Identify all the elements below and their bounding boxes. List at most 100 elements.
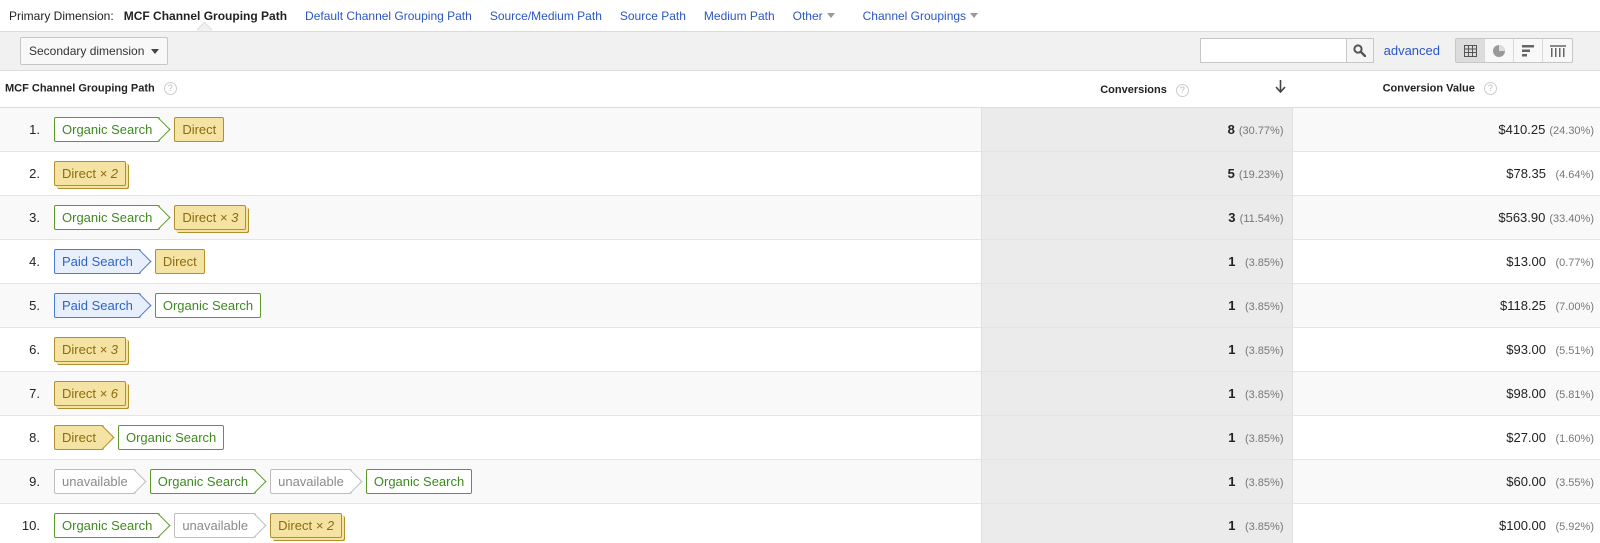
conversions-value: 1 bbox=[1228, 341, 1236, 357]
conversion-value-percent: (5.81%) bbox=[1555, 388, 1594, 401]
channel-path: 2. Direct × 2 bbox=[0, 160, 981, 186]
path-step-organic: Organic Search bbox=[54, 116, 171, 142]
comparison-view-button[interactable] bbox=[1543, 39, 1572, 62]
table-row[interactable]: 4. Paid Search Direct 1 (3.85%) $13.00 (0.77%) bbox=[0, 239, 1600, 284]
path-step-label: Organic Search bbox=[62, 209, 153, 225]
advanced-filter-link[interactable]: advanced bbox=[1384, 43, 1440, 58]
path-cell: 5. Paid Search Organic Search bbox=[0, 283, 981, 328]
conversion-value-percent: (24.30%) bbox=[1549, 124, 1594, 137]
column-header-conversions-label: Conversions bbox=[1100, 84, 1167, 97]
path-step-paid: Paid Search bbox=[54, 292, 152, 318]
sort-descending-icon[interactable] bbox=[1275, 80, 1286, 94]
channel-path: 1. Organic Search Direct bbox=[0, 116, 981, 142]
conversions-percent: (3.85%) bbox=[1244, 388, 1284, 401]
primary-dimension-bar: Primary Dimension: MCF Channel Grouping … bbox=[0, 0, 1600, 31]
conversion-value-cell: $98.00 (5.81%) bbox=[1292, 371, 1600, 416]
conversion-value-percent: (5.51%) bbox=[1555, 344, 1594, 357]
column-header-path[interactable]: MCF Channel Grouping Path ? bbox=[0, 71, 981, 108]
secondary-dimension-dropdown[interactable]: Secondary dimension bbox=[20, 37, 168, 65]
help-icon[interactable]: ? bbox=[1483, 82, 1497, 96]
table-row[interactable]: 5. Paid Search Organic Search 1 (3.85%) $118.… bbox=[0, 283, 1600, 328]
bar-view-button[interactable] bbox=[1514, 39, 1543, 62]
bar-view-icon bbox=[1521, 44, 1534, 56]
channel-groupings-dropdown[interactable]: Channel Groupings bbox=[863, 9, 979, 23]
row-index: 10. bbox=[21, 517, 40, 533]
conversions-percent: (3.85%) bbox=[1244, 520, 1284, 533]
path-step-unavailable: unavailable bbox=[174, 512, 267, 538]
conversion-value-percent: (4.64%) bbox=[1555, 168, 1594, 181]
conversion-value-cell: $410.25 (24.30%) bbox=[1292, 107, 1600, 152]
conversions-value: 1 bbox=[1228, 253, 1236, 269]
dimension-option-mcf-channel-grouping-path[interactable]: MCF Channel Grouping Path bbox=[124, 9, 287, 23]
path-step-label: Direct bbox=[62, 385, 96, 401]
path-step-label: Direct bbox=[62, 341, 96, 357]
conversions-percent: (3.85%) bbox=[1244, 300, 1284, 313]
path-step-label: Paid Search bbox=[62, 253, 133, 269]
conversion-value: $118.25 bbox=[1499, 297, 1546, 313]
conversions-cell: 8 (30.77%) bbox=[980, 107, 1293, 152]
table-row[interactable]: 6. Direct × 3 1 (3.85%) $93.00 (5.51%) bbox=[0, 327, 1600, 372]
path-step-direct: Direct bbox=[174, 116, 225, 142]
conversion-value-cell: $100.00 (5.92%) bbox=[1292, 503, 1600, 543]
conversion-value-cell: $27.00 (1.60%) bbox=[1292, 415, 1600, 460]
path-cell: 2. Direct × 2 bbox=[0, 151, 981, 196]
conversion-value: $27.00 bbox=[1506, 429, 1546, 445]
dimension-option-source-medium-path[interactable]: Source/Medium Path bbox=[490, 9, 602, 23]
secondary-dimension-label: Secondary dimension bbox=[29, 44, 145, 58]
conversion-value: $60.00 bbox=[1506, 473, 1546, 489]
table-row[interactable]: 10. Organic Search unavailable Direct × 2 1 (… bbox=[0, 503, 1600, 543]
table-row[interactable]: 3. Organic Search Direct × 3 3 (11.54%) $563.… bbox=[0, 195, 1600, 240]
other-dropdown[interactable]: Other bbox=[793, 9, 835, 23]
conversions-cell: 1 (3.85%) bbox=[980, 327, 1293, 372]
table-row[interactable]: 7. Direct × 6 1 (3.85%) $98.00 (5.81%) bbox=[0, 371, 1600, 416]
table-row[interactable]: 8. Direct Organic Search 1 (3.85%) $27.00 (1.6… bbox=[0, 415, 1600, 460]
conversion-value: $13.00 bbox=[1506, 253, 1546, 269]
conversions-percent: (19.23%) bbox=[1238, 168, 1284, 181]
conversions-cell: 5 (19.23%) bbox=[980, 151, 1293, 196]
conversion-value: $93.00 bbox=[1506, 341, 1546, 357]
conversion-value-cell: $60.00 (3.55%) bbox=[1292, 459, 1600, 504]
conversion-value-percent: (33.40%) bbox=[1549, 212, 1594, 225]
path-step-organic: Organic Search bbox=[54, 204, 171, 230]
table-row[interactable]: 2. Direct × 2 5 (19.23%) $78.35 (4.64%) bbox=[0, 151, 1600, 196]
conversions-percent: (11.54%) bbox=[1239, 212, 1284, 225]
help-icon[interactable]: ? bbox=[163, 82, 177, 96]
path-cell: 3. Organic Search Direct × 3 bbox=[0, 195, 981, 240]
conversion-value-percent: (5.92%) bbox=[1555, 520, 1594, 533]
sort-descending-wrap bbox=[1192, 80, 1292, 96]
conversions-value: 3 bbox=[1228, 209, 1236, 225]
search-input[interactable] bbox=[1199, 38, 1347, 63]
path-step-multiplier: × 2 bbox=[99, 165, 119, 181]
table-row[interactable]: 9. unavailable Organic Search unavailable Or… bbox=[0, 459, 1600, 504]
path-step-label: Organic Search bbox=[162, 297, 254, 313]
help-icon[interactable]: ? bbox=[1175, 84, 1189, 98]
row-index: 9. bbox=[29, 473, 40, 489]
column-header-conversion-value[interactable]: Conversion Value ? bbox=[1292, 71, 1600, 108]
dimension-option-source-path[interactable]: Source Path bbox=[620, 9, 686, 23]
comparison-view-icon bbox=[1549, 44, 1566, 57]
path-cell: 4. Paid Search Direct bbox=[0, 239, 981, 284]
conversions-percent: (3.85%) bbox=[1244, 344, 1284, 357]
column-header-conversions[interactable]: Conversions ? bbox=[981, 71, 1292, 108]
chevron-down-icon bbox=[151, 48, 159, 54]
path-step-label: Organic Search bbox=[62, 517, 153, 533]
conversion-value: $98.00 bbox=[1506, 385, 1546, 401]
chevron-down-icon bbox=[826, 13, 835, 18]
conversion-value-cell: $563.90 (33.40%) bbox=[1292, 195, 1600, 240]
conversions-value: 1 bbox=[1228, 429, 1236, 445]
conversion-value: $100.00 bbox=[1499, 517, 1546, 533]
path-step-label: unavailable bbox=[182, 517, 249, 533]
channel-path: 6. Direct × 3 bbox=[0, 336, 981, 362]
path-step-direct: Direct × 2 bbox=[270, 512, 343, 538]
pie-view-button[interactable] bbox=[1485, 39, 1514, 62]
view-switcher bbox=[1455, 38, 1573, 63]
table-view-button[interactable] bbox=[1456, 39, 1485, 62]
path-step-label: unavailable bbox=[278, 473, 344, 489]
dimension-option-medium-path[interactable]: Medium Path bbox=[704, 9, 775, 23]
dimension-option-default-channel-grouping-path[interactable]: Default Channel Grouping Path bbox=[305, 9, 472, 23]
path-step-multiplier: × 3 bbox=[219, 209, 239, 225]
conversions-cell: 1 (3.85%) bbox=[980, 503, 1293, 543]
search-button[interactable] bbox=[1346, 38, 1374, 63]
channel-path: 4. Paid Search Direct bbox=[0, 248, 981, 274]
table-row[interactable]: 1. Organic Search Direct 8 (30.77%) $410.25 (2… bbox=[0, 107, 1600, 152]
